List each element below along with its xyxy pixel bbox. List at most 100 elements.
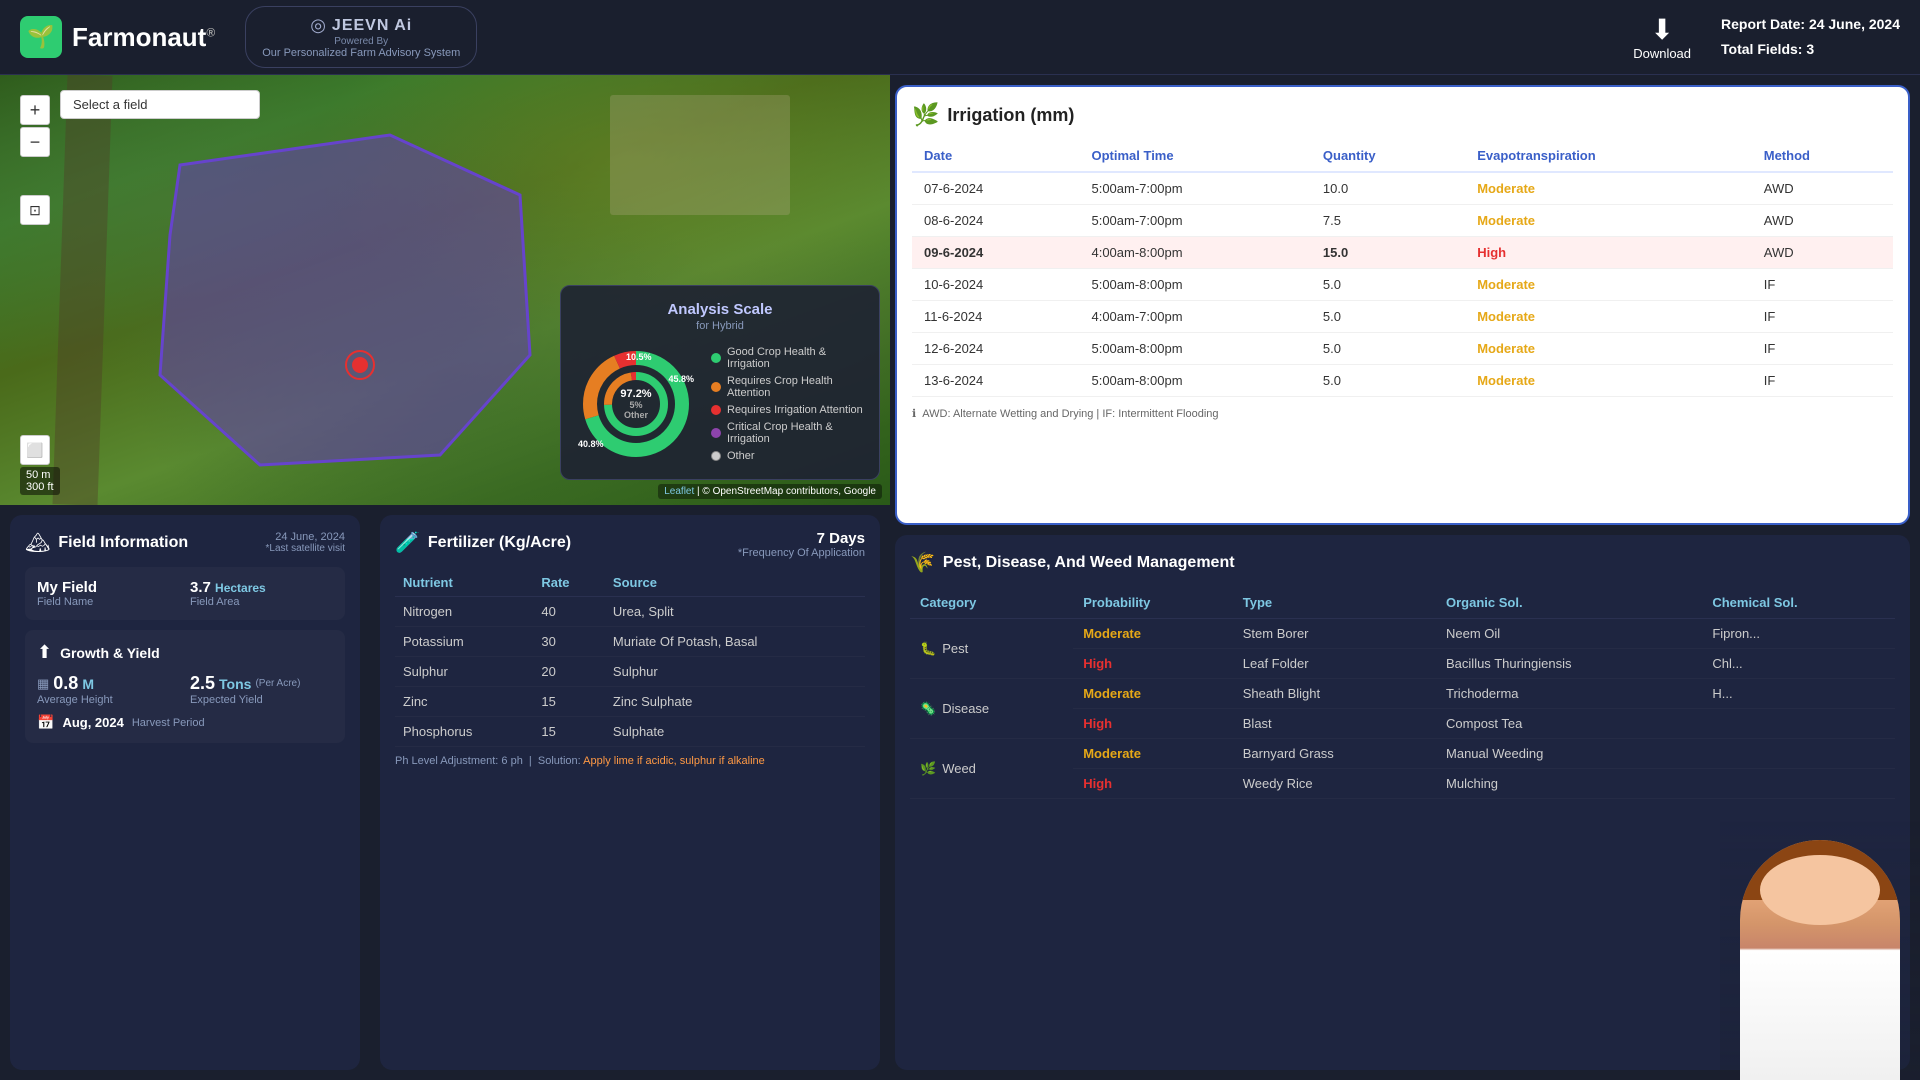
col-rate: Rate [533,569,605,597]
download-button[interactable]: ⬇ Download [1633,13,1691,61]
fert-rate: 15 [533,717,605,747]
irrigation-row: 08-6-2024 5:00am-7:00pm 7.5 Moderate AWD [912,205,1893,237]
download-label: Download [1633,46,1691,61]
pest-type: Sheath Blight [1233,679,1436,709]
legend-item-1: Good Crop Health & Irrigation [711,346,864,370]
irr-time: 4:00am-8:00pm [1079,237,1310,269]
scale-feet: 300 ft [26,481,54,493]
pest-category: 🦠 Disease [910,679,1073,739]
field-info-title: Field Information [58,534,188,552]
legend-label-3: Requires Irrigation Attention [727,404,863,416]
field-info-grid: My Field Field Name 3.7 Hectares Field A… [25,567,345,620]
pct-label-3: 40.8% [578,439,604,449]
pest-col-category: Category [910,587,1073,619]
logo: 🌱 Farmonaut® [20,16,215,58]
irr-date: 09-6-2024 [912,237,1079,269]
jeevn-title: JEEVN Ai [332,17,412,35]
irr-qty: 5.0 [1311,301,1465,333]
info-icon: ℹ [912,407,916,420]
pest-table: Category Probability Type Organic Sol. C… [910,587,1895,799]
pest-organic: Neem Oil [1436,619,1702,649]
category-icon: 🦠 [920,701,936,717]
irr-date: 07-6-2024 [912,172,1079,205]
irr-col-method: Method [1752,140,1893,172]
analysis-scale-title: Analysis Scale [576,301,864,318]
irr-col-evap: Evapotranspiration [1465,140,1752,172]
donut-chart: 97.2% 5%Other 10.5% 45.8% 40.8% [576,344,696,464]
harvest-icon: 📅 [37,714,54,731]
growth-icon: ⬆ [37,642,52,663]
growth-section: ⬆ Growth & Yield ▦ 0.8 M Average Height [25,630,345,743]
field-area-stat: 3.7 Hectares Field Area [190,579,333,608]
category-label: Weed [942,761,976,776]
report-date: Report Date: 24 June, 2024 [1721,12,1900,37]
pest-category: 🌿 Weed [910,739,1073,799]
pest-header-row: Category Probability Type Organic Sol. C… [910,587,1895,619]
irr-qty: 15.0 [1311,237,1465,269]
pest-prob: Moderate [1073,619,1233,649]
pest-col-chemical: Chemical Sol. [1702,587,1895,619]
irr-method: IF [1752,301,1893,333]
osm-attribution: | © OpenStreetMap contributors, Google [697,486,876,497]
irr-note-text: AWD: Alternate Wetting and Drying | IF: … [922,408,1218,420]
analysis-scale-subtitle: for Hybrid [576,320,864,332]
fertilizer-title: Fertilizer (Kg/Acre) [428,534,571,552]
irrigation-header: 🌿 Irrigation (mm) [912,102,1893,128]
irr-qty: 5.0 [1311,269,1465,301]
col-source: Source [605,569,865,597]
leaflet-link: Leaflet [664,486,694,497]
irrigation-title: Irrigation (mm) [947,105,1074,126]
irr-date: 10-6-2024 [912,269,1079,301]
irr-evap: Moderate [1465,205,1752,237]
yield-stat: 2.5 Tons (Per Acre) Expected Yield [190,673,333,706]
pest-title: Pest, Disease, And Weed Management [943,554,1235,572]
legend-dot-3 [711,405,721,415]
fertilizer-header-row: Nutrient Rate Source [395,569,865,597]
irr-time: 5:00am-7:00pm [1079,205,1310,237]
pest-chemical: Chl... [1702,649,1895,679]
irr-evap: Moderate [1465,172,1752,205]
fert-nutrient: Sulphur [395,657,533,687]
irr-method: IF [1752,269,1893,301]
jeevn-badge: ◎ JEEVN Ai Powered By Our Personalized F… [245,6,477,68]
irr-date: 11-6-2024 [912,301,1079,333]
legend-dot-4 [711,428,721,438]
height-icon-row: ▦ 0.8 M [37,673,180,694]
irr-method: IF [1752,365,1893,397]
jeevn-powered: Powered By [334,36,388,47]
field-date-value: 24 June, 2024 [266,531,345,543]
pest-col-type: Type [1233,587,1436,619]
legend-dot-5 [711,451,721,461]
donut-pct: 97.2% [620,388,651,400]
field-date-sub: *Last satellite visit [266,543,345,554]
fertilizer-table: Nutrient Rate Source Nitrogen 40 Urea, S… [395,569,865,747]
height-stat: ▦ 0.8 M Average Height [37,673,180,706]
category-label: Disease [942,701,989,716]
download-icon: ⬇ [1650,13,1673,46]
logo-brand: Farmonaut [72,22,206,52]
category-icon: 🐛 [920,641,936,657]
fert-nutrient: Potassium [395,627,533,657]
irr-evap: Moderate [1465,333,1752,365]
yield-value: 2.5 [190,673,215,694]
height-label: Average Height [37,694,180,706]
solution-label: Solution: [538,755,581,767]
fertilizer-header: 🧪 Fertilizer (Kg/Acre) 7 Days *Frequency… [395,530,865,559]
fertilizer-row: Nitrogen 40 Urea, Split [395,597,865,627]
fert-nutrient: Zinc [395,687,533,717]
total-fields-value: 3 [1806,41,1814,57]
pest-organic: Mulching [1436,769,1702,799]
irr-col-date: Date [912,140,1079,172]
irrigation-table: Date Optimal Time Quantity Evapotranspir… [912,140,1893,397]
irrigation-row: 07-6-2024 5:00am-7:00pm 10.0 Moderate AW… [912,172,1893,205]
growth-grid: ▦ 0.8 M Average Height 2.5 Tons (Per Acr… [37,673,333,706]
fert-rate: 30 [533,627,605,657]
fert-rate: 15 [533,687,605,717]
legend-label-4: Critical Crop Health & Irrigation [727,421,864,445]
pest-chemical: Fipron... [1702,619,1895,649]
map-scale: 50 m 300 ft [20,467,60,495]
pest-icon: 🌾 [910,550,935,575]
harvest-row: 📅 Aug, 2024 Harvest Period [37,714,333,731]
fert-nutrient: Nitrogen [395,597,533,627]
field-area-label: Field Area [190,596,333,608]
